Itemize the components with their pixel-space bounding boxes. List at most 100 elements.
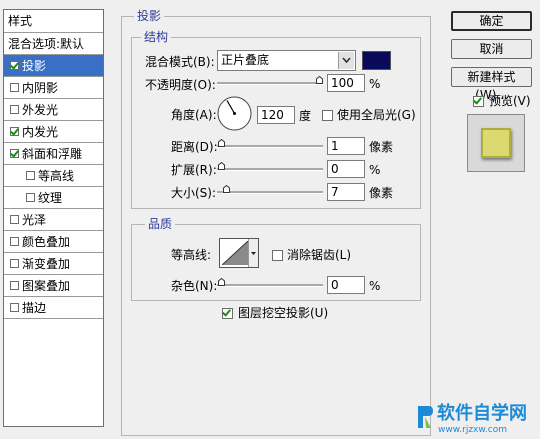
size-input[interactable]: 7 — [327, 183, 365, 201]
cancel-button[interactable]: 取消 — [451, 39, 532, 59]
opacity-slider-thumb[interactable] — [316, 76, 323, 84]
style-item-label: 渐变叠加 — [22, 256, 71, 271]
structure-title: 结构 — [141, 30, 172, 44]
style-item-checkbox[interactable] — [10, 259, 19, 268]
style-item[interactable]: 图案叠加 — [4, 275, 103, 297]
spread-slider[interactable] — [217, 162, 323, 171]
style-item-label: 描边 — [22, 300, 47, 315]
contour-label: 等高线: — [171, 248, 212, 262]
knockout-checkbox[interactable]: 图层挖空投影(U) — [222, 306, 328, 320]
antialias-checkbox[interactable]: 消除锯齿(L) — [272, 248, 351, 262]
style-item[interactable]: 光泽 — [4, 209, 103, 231]
style-item-checkbox[interactable] — [10, 105, 19, 114]
spread-label: 扩展(R): — [171, 163, 217, 177]
style-item-checkbox[interactable] — [10, 149, 19, 158]
distance-label: 距离(D): — [171, 140, 218, 154]
style-list-header: 样式 — [4, 10, 103, 33]
noise-slider-thumb[interactable] — [218, 278, 225, 286]
opacity-slider[interactable] — [217, 76, 323, 85]
size-slider-thumb[interactable] — [223, 185, 230, 193]
blend-mode-value: 正片叠底 — [221, 53, 270, 67]
style-item[interactable]: 描边 — [4, 297, 103, 319]
antialias-checkbox-box[interactable] — [272, 249, 283, 261]
style-item[interactable]: 纹理 — [4, 187, 103, 209]
style-item-label: 投影 — [22, 58, 47, 73]
knockout-label: 图层挖空投影(U) — [238, 306, 329, 320]
watermark-url: www.rjzxw.com — [438, 425, 507, 435]
drop-shadow-title: 投影 — [134, 9, 165, 23]
angle-unit: 度 — [299, 109, 312, 123]
style-item-checkbox[interactable] — [10, 215, 19, 224]
style-item-checkbox[interactable] — [10, 237, 19, 246]
size-unit: 像素 — [369, 186, 394, 200]
watermark-logo-text: 软件自学网 — [437, 403, 527, 424]
style-item-label: 纹理 — [38, 190, 63, 205]
style-item[interactable]: 等高线 — [4, 165, 103, 187]
noise-input[interactable]: 0 — [327, 276, 365, 294]
style-item-checkbox[interactable] — [10, 281, 19, 290]
style-item[interactable]: 斜面和浮雕 — [4, 143, 103, 165]
noise-slider[interactable] — [217, 278, 323, 287]
style-item-label: 等高线 — [38, 168, 75, 183]
style-item[interactable]: 渐变叠加 — [4, 253, 103, 275]
global-light-label: 使用全局光(G) — [337, 108, 416, 122]
contour-preview-icon — [221, 240, 249, 268]
angle-label: 角度(A): — [171, 108, 217, 122]
style-item-checkbox[interactable] — [10, 127, 19, 136]
style-item-label: 光泽 — [22, 212, 47, 227]
chevron-down-icon — [248, 239, 258, 267]
style-item-label: 内发光 — [22, 124, 59, 139]
preview-swatch — [481, 128, 511, 158]
chevron-down-icon — [338, 52, 354, 69]
preview-label: 预览(V) — [489, 94, 531, 108]
distance-slider[interactable] — [217, 139, 323, 148]
style-item[interactable]: 颜色叠加 — [4, 231, 103, 253]
new-style-button[interactable]: 新建样式(W)... — [451, 67, 532, 102]
style-item[interactable]: 内阴影 — [4, 77, 103, 99]
style-item-checkbox[interactable] — [10, 61, 19, 70]
angle-input[interactable]: 120 — [257, 106, 295, 124]
style-item-label: 内阴影 — [22, 80, 59, 95]
style-item[interactable]: 内发光 — [4, 121, 103, 143]
opacity-input[interactable]: 100 — [327, 74, 365, 92]
quality-title: 品质 — [145, 217, 176, 231]
noise-label: 杂色(N): — [171, 279, 218, 293]
style-item-label: 外发光 — [22, 102, 59, 117]
style-item-label: 斜面和浮雕 — [22, 146, 83, 161]
preview-checkbox-box[interactable] — [473, 95, 484, 107]
antialias-label: 消除锯齿(L) — [287, 248, 352, 262]
global-light-checkbox-box[interactable] — [322, 109, 333, 121]
spread-slider-thumb[interactable] — [218, 162, 225, 170]
angle-dial[interactable] — [216, 95, 253, 132]
size-slider[interactable] — [217, 185, 323, 194]
style-item-label: 颜色叠加 — [22, 234, 71, 249]
style-item-checkbox[interactable] — [10, 303, 19, 312]
style-item[interactable]: 混合选项:默认 — [4, 33, 103, 55]
style-item-label: 混合选项:默认 — [8, 36, 85, 51]
opacity-unit: % — [369, 77, 381, 91]
preview-thumbnail — [467, 114, 525, 172]
style-list: 样式 混合选项:默认投影内阴影外发光内发光斜面和浮雕等高线纹理光泽颜色叠加渐变叠… — [3, 9, 104, 427]
contour-picker[interactable] — [219, 238, 259, 268]
size-label: 大小(S): — [171, 186, 217, 200]
global-light-checkbox[interactable]: 使用全局光(G) — [322, 108, 416, 122]
blend-mode-label: 混合模式(B): — [145, 55, 215, 69]
style-item[interactable]: 投影 — [4, 55, 103, 77]
style-item[interactable]: 外发光 — [4, 99, 103, 121]
style-item-label: 图案叠加 — [22, 278, 71, 293]
blend-mode-select[interactable]: 正片叠底 — [217, 50, 356, 71]
style-item-checkbox[interactable] — [26, 171, 35, 180]
blend-color-swatch[interactable] — [362, 51, 391, 70]
watermark-logo-icon — [415, 402, 435, 430]
distance-unit: 像素 — [369, 140, 394, 154]
spread-unit: % — [369, 163, 381, 177]
spread-input[interactable]: 0 — [327, 160, 365, 178]
ok-button[interactable]: 确定 — [451, 11, 532, 31]
style-item-checkbox[interactable] — [26, 193, 35, 202]
preview-checkbox[interactable]: 预览(V) — [473, 94, 531, 108]
distance-input[interactable]: 1 — [327, 137, 365, 155]
style-item-checkbox[interactable] — [10, 83, 19, 92]
distance-slider-thumb[interactable] — [218, 139, 225, 147]
watermark: 软件自学网 www.rjzxw.com — [415, 401, 539, 437]
knockout-checkbox-box[interactable] — [222, 307, 233, 319]
